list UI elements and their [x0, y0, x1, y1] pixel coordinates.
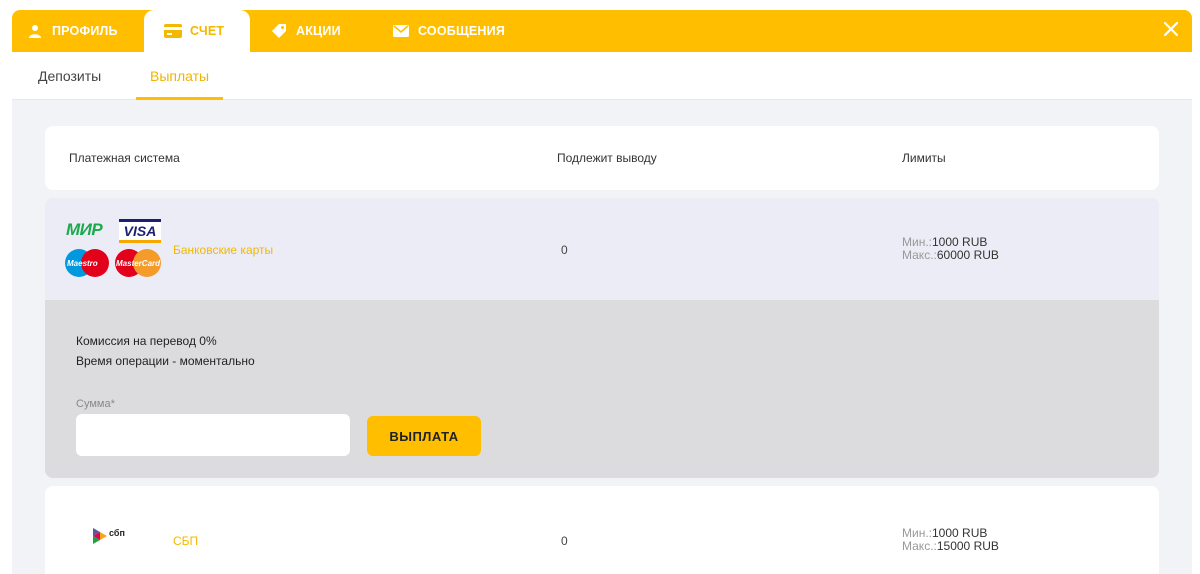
sub-tab-bar: Депозиты Выплаты: [12, 52, 1192, 100]
close-icon: [1163, 21, 1179, 41]
max-value: 60000 RUB: [936, 248, 999, 262]
min-label: Мин.:: [902, 235, 932, 249]
mastercard-logo: MasterCard: [116, 259, 161, 268]
tab-promotions[interactable]: АКЦИИ: [270, 10, 370, 52]
bank-cards-name: Банковские карты: [173, 243, 274, 257]
header-limits: Лимиты: [902, 151, 946, 165]
tab-profile-label: ПРОФИЛЬ: [52, 24, 118, 38]
tab-account-label: СЧЕТ: [190, 24, 225, 38]
sbp-name: СБП: [173, 534, 199, 548]
amount-label: Сумма*: [76, 398, 115, 410]
bank-cards-amount: 0: [561, 243, 568, 257]
tab-messages[interactable]: СООБЩЕНИЯ: [392, 10, 522, 52]
subtab-payouts-label: Выплаты: [150, 68, 210, 84]
close-button[interactable]: [1160, 20, 1182, 42]
user-icon: [26, 22, 44, 40]
row-bank-cards[interactable]: МИР VISA Maestro MasterCard Банковские к…: [45, 198, 1159, 300]
min-value: 1000 RUB: [932, 235, 988, 249]
tab-promotions-label: АКЦИИ: [296, 24, 341, 38]
min-label: Мин.:: [902, 526, 932, 540]
header-payment-system: Платежная система: [69, 151, 180, 165]
sbp-amount: 0: [561, 534, 568, 548]
subtab-payouts[interactable]: Выплаты: [135, 52, 224, 100]
sbp-logo-text: сбп: [109, 528, 125, 538]
sbp-logo: сбп: [93, 526, 133, 546]
top-tab-bar: ПРОФИЛЬ СЧЕТ АКЦИИ СООБЩЕНИЯ: [12, 10, 1192, 52]
max-value: 15000 RUB: [936, 539, 999, 553]
min-value: 1000 RUB: [932, 526, 988, 540]
row-sbp[interactable]: сбп СБП 0 Мин.:1000 RUB Макс.:15000 RUB: [45, 486, 1159, 574]
max-label: Макс.:: [902, 539, 937, 553]
commission-text: Комиссия на перевод 0%: [76, 334, 217, 348]
account-modal: ПРОФИЛЬ СЧЕТ АКЦИИ СООБЩЕНИЯ Депозиты Вы…: [12, 10, 1192, 574]
maestro-logo: Maestro: [67, 259, 98, 268]
tag-icon: [270, 22, 288, 40]
wallet-icon: [164, 22, 182, 40]
amount-input[interactable]: [76, 414, 350, 456]
max-label: Макс.:: [902, 248, 937, 262]
visa-logo-text: VISA: [123, 223, 157, 239]
table-row: МИР VISA Maestro MasterCard Банковские к…: [45, 198, 1159, 478]
table-header: Платежная система Подлежит выводу Лимиты: [45, 126, 1159, 190]
header-amount-due: Подлежит выводу: [557, 151, 657, 165]
tab-profile[interactable]: ПРОФИЛЬ: [26, 10, 136, 52]
subtab-deposits[interactable]: Депозиты: [38, 52, 101, 100]
visa-logo: VISA: [119, 219, 161, 243]
mir-logo: МИР: [66, 220, 103, 239]
envelope-icon: [392, 22, 410, 40]
payout-button[interactable]: ВЫПЛАТА: [367, 416, 481, 456]
tab-account[interactable]: СЧЕТ: [144, 10, 250, 52]
tab-messages-label: СООБЩЕНИЯ: [418, 24, 506, 38]
sbp-limits: Мин.:1000 RUB Макс.:15000 RUB: [902, 527, 999, 553]
subtab-deposits-label: Депозиты: [38, 68, 102, 84]
operation-time-text: Время операции - моментально: [76, 354, 255, 368]
bank-cards-limits: Мин.:1000 RUB Макс.:60000 RUB: [902, 236, 999, 262]
